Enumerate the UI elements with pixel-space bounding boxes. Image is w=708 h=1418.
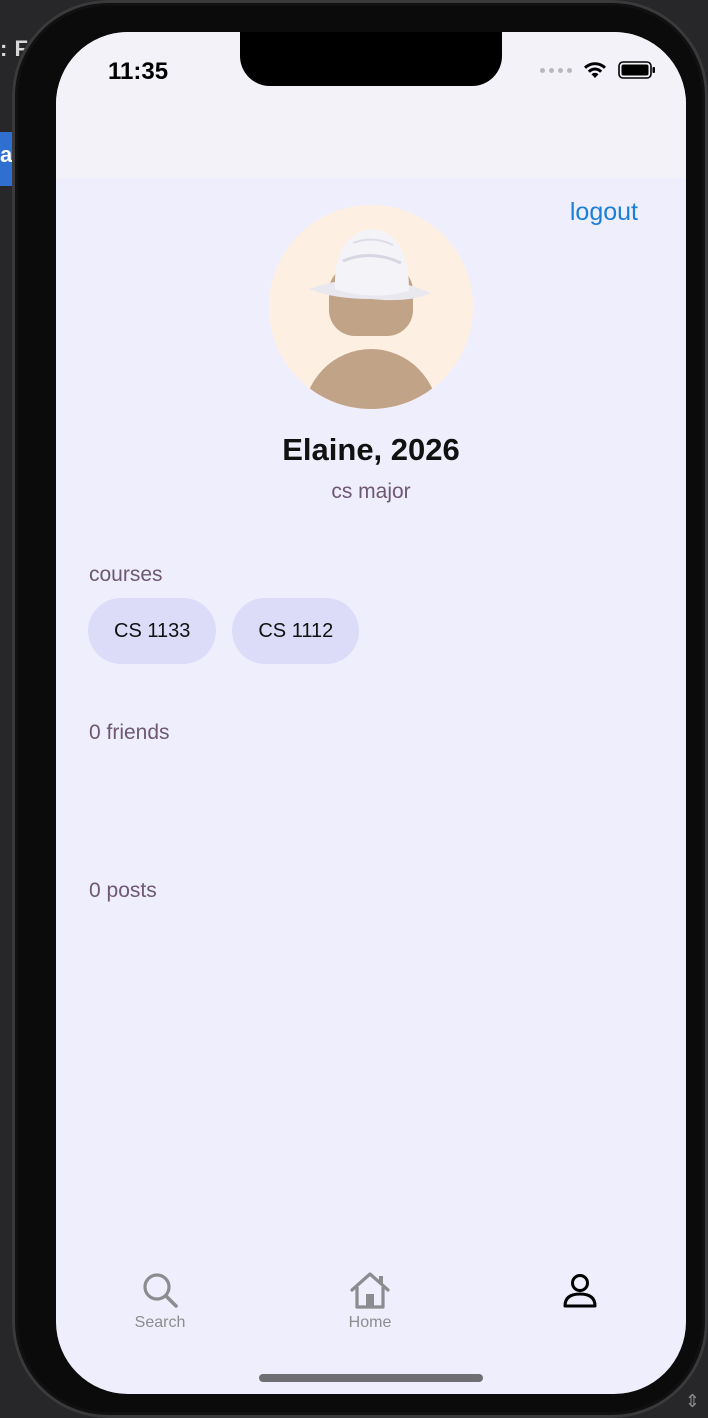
- background-control-glyph: ⇕: [684, 1391, 700, 1411]
- battery-icon: [618, 61, 655, 79]
- avatar-image: [269, 205, 473, 409]
- profile-major: cs major: [331, 480, 411, 503]
- status-icons: [540, 60, 656, 80]
- tab-search-label: Search: [134, 1314, 186, 1331]
- tab-bar: Search Home: [56, 1252, 686, 1352]
- friends-count[interactable]: 0 friends: [89, 721, 170, 745]
- posts-count[interactable]: 0 posts: [89, 879, 157, 903]
- notch: [240, 32, 502, 86]
- course-chips: CS 1133 CS 1112: [88, 598, 360, 664]
- course-chip[interactable]: CS 1133: [88, 598, 217, 664]
- tab-home[interactable]: Home: [310, 1270, 430, 1332]
- tab-profile[interactable]: [520, 1270, 640, 1310]
- app-screen: 11:35 logout Elaine, 2026 cs major cours…: [56, 32, 686, 1394]
- course-chip[interactable]: CS 1112: [232, 598, 360, 664]
- person-icon: [563, 1274, 597, 1308]
- avatar: [269, 205, 473, 409]
- home-indicator: [259, 1374, 483, 1382]
- phone-frame: 11:35 logout Elaine, 2026 cs major cours…: [12, 0, 708, 1418]
- tab-home-label: Home: [348, 1314, 392, 1331]
- tab-search[interactable]: Search: [100, 1270, 220, 1332]
- home-icon: [350, 1272, 390, 1309]
- profile-name: Elaine, 2026: [282, 432, 460, 467]
- search-icon: [143, 1273, 178, 1308]
- status-time: 11:35: [108, 58, 169, 85]
- logout-button[interactable]: logout: [570, 198, 638, 227]
- wifi-icon: [584, 62, 606, 78]
- courses-label: courses: [89, 563, 163, 586]
- cellular-signal-icon: [540, 67, 572, 73]
